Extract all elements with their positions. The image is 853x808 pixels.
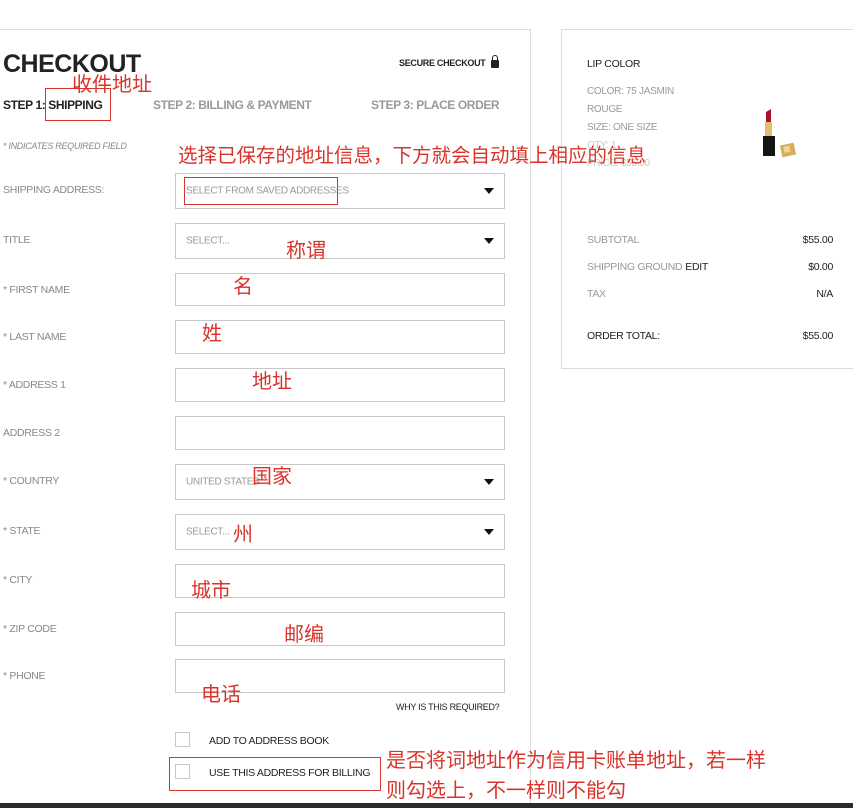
phone-label: * PHONE	[3, 670, 46, 682]
first-name-label: * FIRST NAME	[3, 284, 70, 296]
title-select[interactable]: SELECT...	[175, 223, 505, 259]
chevron-down-icon	[484, 238, 494, 244]
lipstick-product-image	[763, 109, 797, 158]
annotation-country: 国家	[252, 464, 292, 488]
tax-row: TAX N/A	[587, 288, 833, 300]
country-select[interactable]: UNITED STATES	[175, 464, 505, 500]
first-name-field[interactable]	[175, 273, 505, 306]
subtotal-label: SUBTOTAL	[587, 234, 640, 246]
chevron-down-icon	[484, 479, 494, 485]
order-total-row: ORDER TOTAL: $55.00	[587, 330, 833, 342]
annotation-billing-line2: 则勾选上，不一样则不能勾	[386, 778, 626, 802]
tax-value: N/A	[816, 288, 833, 300]
annotation-city: 城市	[191, 578, 231, 602]
address1-field[interactable]	[175, 368, 505, 402]
product-size: SIZE: ONE SIZE	[587, 122, 658, 133]
annotation-state: 州	[233, 522, 253, 546]
product-name: LIP COLOR	[587, 58, 641, 70]
annotation-saved-address: 选择已保存的地址信息，下方就会自动填上相应的信息	[178, 144, 647, 167]
saved-address-highlight-box	[184, 177, 338, 205]
address2-label: ADDRESS 2	[3, 427, 60, 439]
shipping-address-label: SHIPPING ADDRESS:	[3, 184, 105, 196]
state-value: SELECT...	[186, 526, 230, 538]
chevron-down-icon	[484, 529, 494, 535]
order-total-value: $55.00	[802, 330, 834, 342]
annotation-zip: 邮编	[284, 622, 324, 646]
annotation-shipping: 收件地址	[72, 72, 152, 96]
address2-field[interactable]	[175, 416, 505, 450]
annotation-address: 地址	[252, 369, 292, 393]
zip-field[interactable]	[175, 612, 505, 646]
why-required-link[interactable]: WHY IS THIS REQUIRED?	[396, 702, 500, 712]
product-color-line1: COLOR: 75 JASMIN	[587, 86, 674, 97]
secure-checkout: SECURE CHECKOUT	[399, 55, 499, 68]
shipping-method-label: SHIPPING GROUND	[587, 261, 683, 273]
city-label: * CITY	[3, 574, 33, 586]
title-value: SELECT...	[186, 235, 230, 247]
last-name-field[interactable]	[175, 320, 505, 354]
chevron-down-icon	[484, 188, 494, 194]
billing-highlight-box	[169, 757, 381, 791]
state-label: * STATE	[3, 525, 41, 537]
shipping-value: $0.00	[808, 261, 833, 273]
shipping-row: SHIPPING GROUND EDIT $0.00	[587, 261, 833, 273]
annotation-billing-line1: 是否将词地址作为信用卡账单地址，若一样	[386, 748, 766, 772]
product-color-line2: ROUGE	[587, 104, 623, 115]
step-billing[interactable]: STEP 2: BILLING & PAYMENT	[153, 98, 312, 112]
annotation-last-name: 姓	[202, 321, 222, 345]
add-to-address-book-checkbox[interactable]	[175, 732, 190, 747]
add-to-address-book-label: ADD TO ADDRESS BOOK	[209, 735, 329, 747]
secure-checkout-label: SECURE CHECKOUT	[399, 58, 486, 68]
country-label: * COUNTRY	[3, 475, 60, 487]
annotation-phone: 电话	[201, 682, 241, 706]
annotation-title: 称谓	[286, 238, 326, 262]
edit-shipping-link[interactable]: EDIT	[685, 261, 708, 273]
subtotal-value: $55.00	[802, 234, 834, 246]
order-total-label: ORDER TOTAL:	[587, 330, 660, 342]
state-select[interactable]: SELECT...	[175, 514, 505, 550]
bottom-bar	[0, 803, 853, 808]
step-place-order[interactable]: STEP 3: PLACE ORDER	[371, 98, 500, 112]
tax-label: TAX	[587, 288, 606, 300]
zip-label: * ZIP CODE	[3, 623, 57, 635]
order-summary-panel	[561, 29, 853, 369]
title-label: TITLE	[3, 234, 31, 246]
address1-label: * ADDRESS 1	[3, 379, 66, 391]
annotation-first-name: 名	[233, 274, 253, 298]
last-name-label: * LAST NAME	[3, 331, 67, 343]
lock-icon	[490, 55, 499, 68]
required-field-note: * INDICATES REQUIRED FIELD	[3, 141, 127, 151]
country-value: UNITED STATES	[186, 476, 260, 488]
subtotal-row: SUBTOTAL $55.00	[587, 234, 833, 246]
